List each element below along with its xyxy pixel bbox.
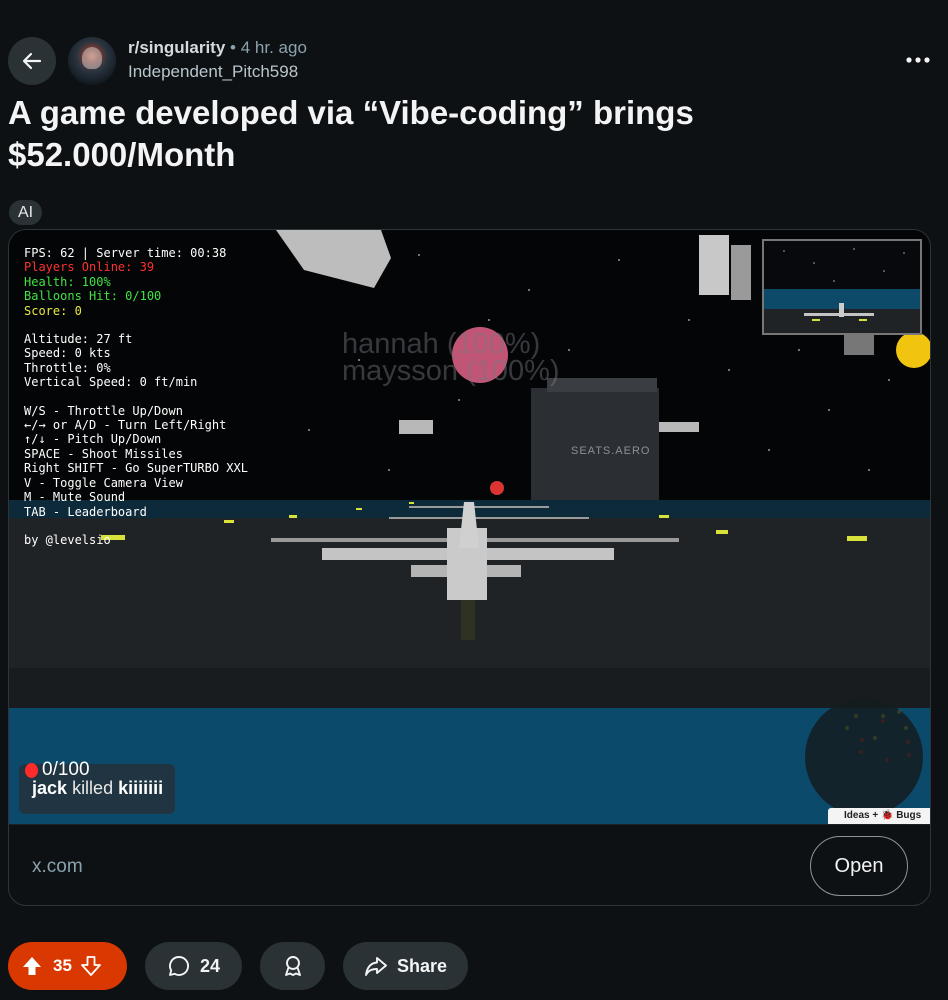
award-button[interactable]	[260, 942, 325, 990]
hud-altitude: Altitude: 27 ft	[24, 332, 133, 347]
comments-button[interactable]: 24	[145, 942, 242, 990]
comment-icon	[169, 956, 190, 976]
share-button[interactable]: Share	[343, 942, 468, 990]
player-name: maysson (100%)	[342, 355, 560, 387]
building-sign: SEATS.AERO	[571, 445, 651, 457]
vote-control: 35	[8, 942, 127, 990]
radar	[805, 698, 923, 816]
hud-control: SPACE - Shoot Missiles	[24, 446, 183, 461]
hud-control: V - Toggle Camera View	[24, 475, 183, 490]
hud-fps: FPS: 62 | Server time: 00:38	[24, 246, 227, 260]
hud-control: Right SHIFT - Go SuperTURBO XXL	[24, 461, 248, 476]
hud-control: M - Mute Sound	[24, 490, 126, 505]
subreddit-name[interactable]: r/singularity	[128, 38, 225, 57]
post-flair[interactable]: AI	[9, 200, 43, 225]
more-options-button[interactable]	[900, 48, 936, 72]
balloon-counter: 0/100	[25, 759, 90, 781]
post-time: 4 hr. ago	[240, 38, 307, 57]
downvote-icon[interactable]	[80, 955, 102, 977]
balloon-counter-value: 0/100	[42, 759, 90, 780]
balloon-icon	[25, 762, 38, 778]
hud-speed: Speed: 0 kts	[24, 346, 111, 361]
hud-credit: by @levelsio	[24, 532, 111, 547]
link-domain[interactable]: x.com	[32, 856, 83, 878]
award-icon	[284, 956, 301, 976]
link-footer: x.com Open	[9, 824, 930, 905]
hud-control: ↑/↓ - Pitch Up/Down	[24, 432, 162, 447]
post-title: A game developed via “Vibe-coding” bring…	[8, 94, 694, 173]
kill-feed-victim: kiiiiiii	[118, 778, 164, 798]
post-meta: r/singularity • 4 hr. ago	[128, 38, 307, 57]
link-preview-card[interactable]: FPS: 62 | Server time: 00:38 Players Onl…	[8, 229, 931, 906]
hud-balloons: Balloons Hit: 0/100	[24, 289, 162, 304]
share-icon	[365, 957, 387, 976]
arrow-left-icon	[22, 52, 42, 70]
share-label: Share	[396, 955, 448, 976]
player-name-overlay: hannah (100%) maysson (100%)	[342, 328, 560, 387]
vote-score: 35	[53, 956, 72, 975]
hud-health: Health: 100%	[24, 274, 111, 289]
comments-count: 24	[199, 955, 221, 976]
hud-control: TAB - Leaderboard	[24, 504, 147, 519]
back-button[interactable]	[8, 37, 56, 85]
upvote-icon[interactable]	[21, 955, 43, 977]
minimap	[762, 239, 922, 335]
player-name: hannah (100%)	[342, 328, 541, 360]
ellipsis-icon	[906, 57, 930, 63]
ideas-bugs-link[interactable]: Ideas + 🐞 Bugs	[828, 808, 930, 824]
hud-score: Score: 0	[24, 303, 82, 318]
hud-control: W/S - Throttle Up/Down	[24, 403, 183, 418]
kill-feed-killer: jack	[32, 778, 68, 798]
game-hud: FPS: 62 | Server time: 00:38 Players Onl…	[24, 246, 248, 547]
post-author[interactable]: Independent_Pitch598	[128, 62, 298, 82]
subreddit-avatar[interactable]	[68, 37, 116, 85]
hud-control: ←/→ or A/D - Turn Left/Right	[24, 418, 227, 433]
post-header: r/singularity • 4 hr. ago Independent_Pi…	[0, 0, 948, 90]
hud-throttle: Throttle: 0%	[24, 360, 111, 375]
kill-feed-verb: killed	[72, 778, 114, 798]
hud-vspeed: Vertical Speed: 0 ft/min	[24, 375, 198, 390]
post-actions: 35 24 Share	[0, 942, 948, 992]
hud-players: Players Online: 39	[24, 260, 155, 275]
game-screenshot[interactable]: FPS: 62 | Server time: 00:38 Players Onl…	[9, 230, 930, 824]
open-link-button[interactable]: Open	[810, 836, 908, 896]
